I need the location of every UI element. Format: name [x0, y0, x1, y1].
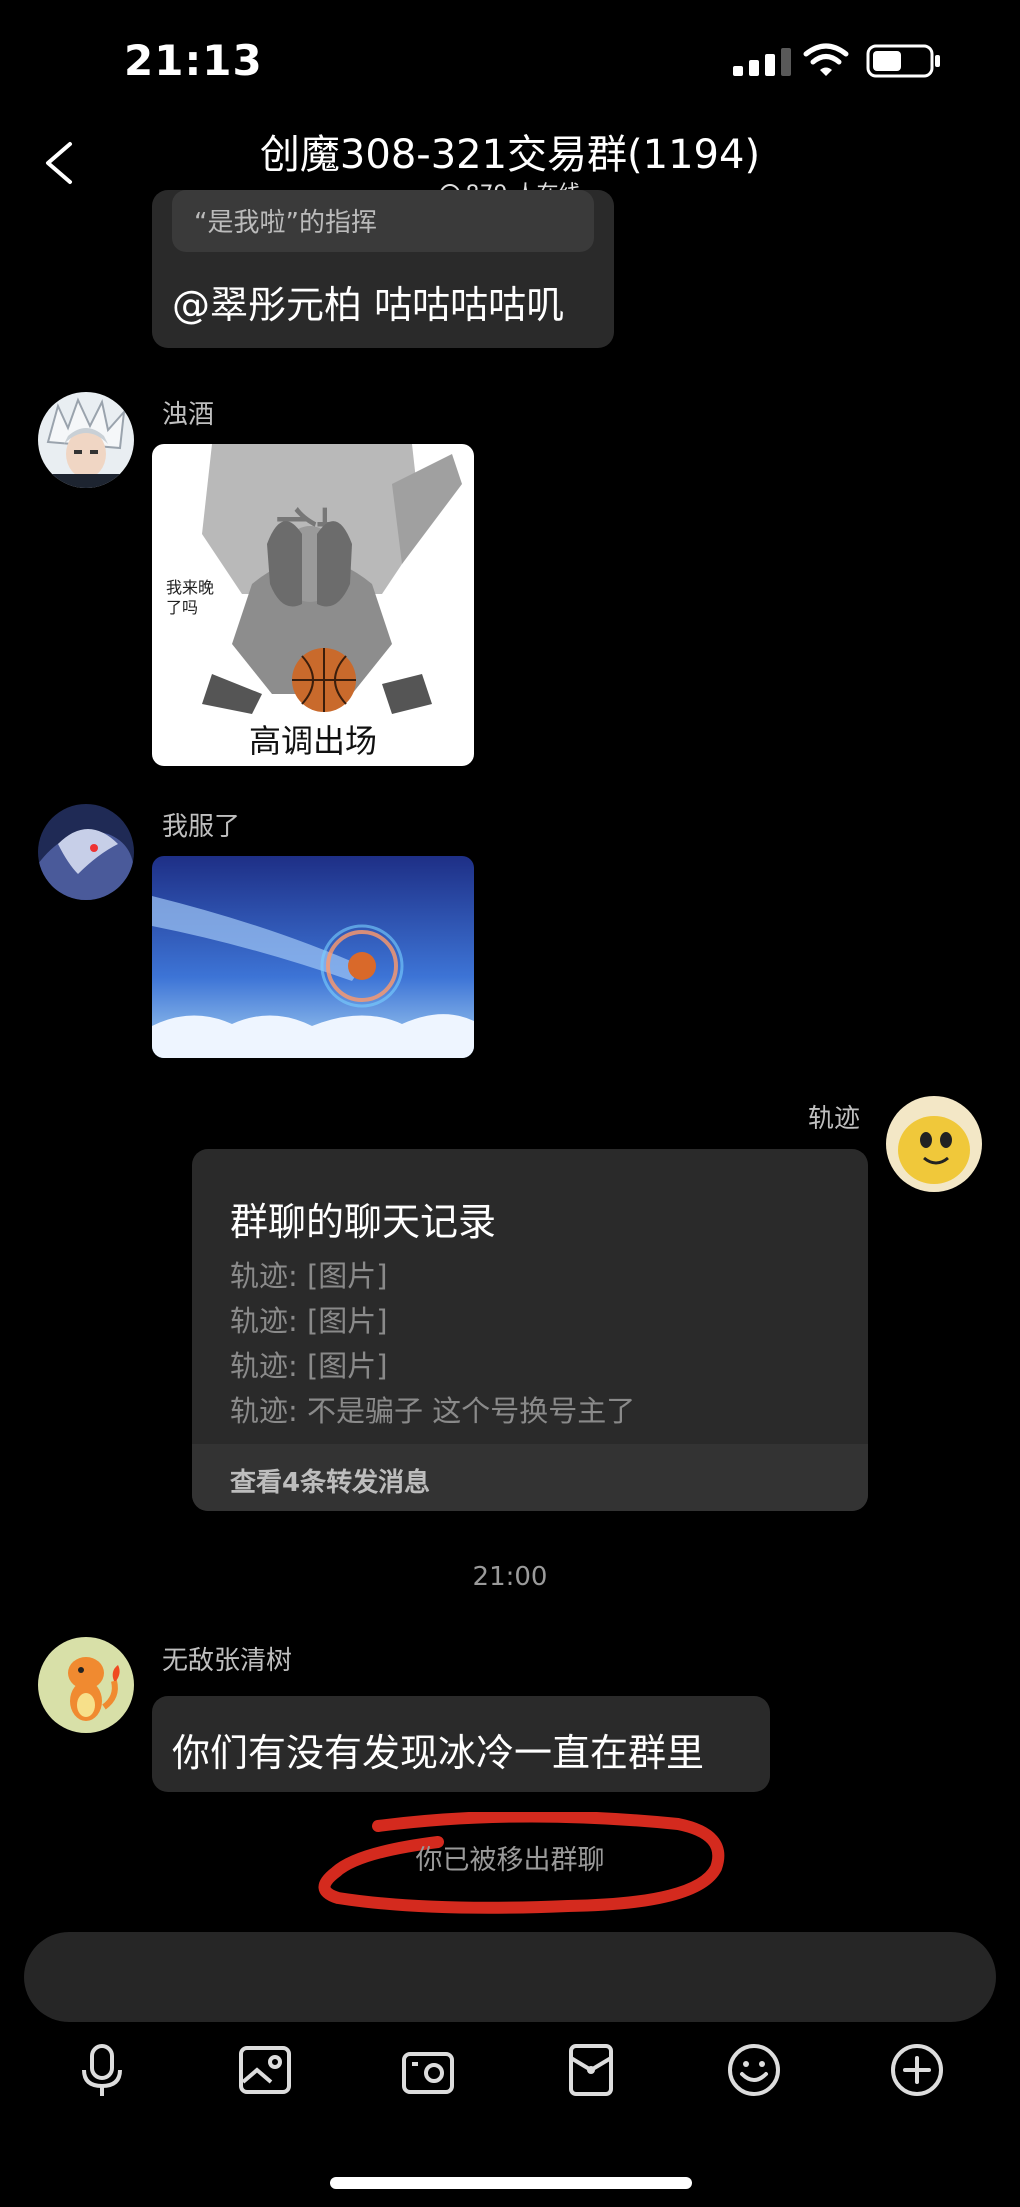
camera-icon[interactable] — [400, 2042, 456, 2098]
message-input[interactable] — [24, 1932, 996, 2022]
battery-icon — [866, 44, 940, 78]
emoji-icon[interactable] — [726, 2042, 782, 2098]
image-message[interactable] — [152, 856, 474, 1058]
anime-avatar-icon — [38, 392, 134, 488]
wifi-icon — [803, 43, 849, 76]
chat-record-card[interactable]: 群聊的聊天记录 轨迹: [图片] 轨迹: [图片] 轨迹: [图片] 轨迹: 不… — [192, 1149, 868, 1511]
status-time: 21:13 — [124, 36, 263, 85]
card-line: 轨迹: 不是骗子 这个号换号主了 — [230, 1394, 636, 1428]
microphone-icon[interactable] — [74, 2042, 130, 2098]
sender-name: 浊酒 — [162, 400, 215, 430]
message-bubble[interactable]: “是我啦”的指挥 @翠彤元柏 咕咕咕咕叽 — [152, 190, 614, 348]
card-line: 轨迹: [图片] — [230, 1304, 388, 1338]
signal-icon — [733, 48, 791, 76]
avatar[interactable] — [38, 804, 134, 900]
quoted-message[interactable]: “是我啦”的指挥 — [172, 190, 594, 252]
time-separator: 21:00 — [472, 1562, 548, 1592]
sticker-image[interactable]: 花 我来晚了吗 高调出场 — [152, 444, 474, 766]
avatar[interactable] — [38, 1637, 134, 1733]
sticker-caption: 高调出场 — [248, 722, 377, 760]
avatar[interactable] — [886, 1096, 982, 1192]
charmander-avatar-icon — [38, 1637, 134, 1733]
sticker-side-text: 我来晚了吗 — [166, 578, 215, 617]
dragon-avatar-icon — [38, 804, 134, 900]
card-footer-bar[interactable]: 查看4条转发消息 — [192, 1444, 868, 1511]
image-icon[interactable] — [237, 2042, 293, 2098]
basketball-sky-image — [152, 856, 474, 1058]
message-bubble[interactable]: 你们有没有发现冰冷一直在群里 — [152, 1696, 770, 1792]
card-line: 轨迹: [图片] — [230, 1349, 388, 1383]
home-indicator[interactable] — [330, 2177, 692, 2189]
sender-name: 轨迹 — [807, 1104, 860, 1134]
red-packet-icon[interactable] — [563, 2042, 619, 2098]
yellow-blob-avatar-icon — [886, 1096, 982, 1192]
group-title[interactable]: 创魔308-321交易群(1194) — [0, 122, 1020, 180]
view-forwarded-link: 查看4条转发消息 — [230, 1468, 431, 1498]
removed-from-group-notice: 你已被移出群聊 — [415, 1845, 605, 1876]
message-text: @翠彤元柏 咕咕咕咕叽 — [172, 283, 565, 327]
message-text: 你们有没有发现冰冷一直在群里 — [172, 1731, 705, 1775]
sender-name: 我服了 — [162, 812, 241, 842]
card-line: 轨迹: [图片] — [230, 1259, 388, 1293]
card-title: 群聊的聊天记录 — [230, 1200, 497, 1244]
avatar[interactable] — [38, 392, 134, 488]
sender-name: 无敌张清树 — [162, 1646, 293, 1676]
plus-icon[interactable] — [889, 2042, 945, 2098]
